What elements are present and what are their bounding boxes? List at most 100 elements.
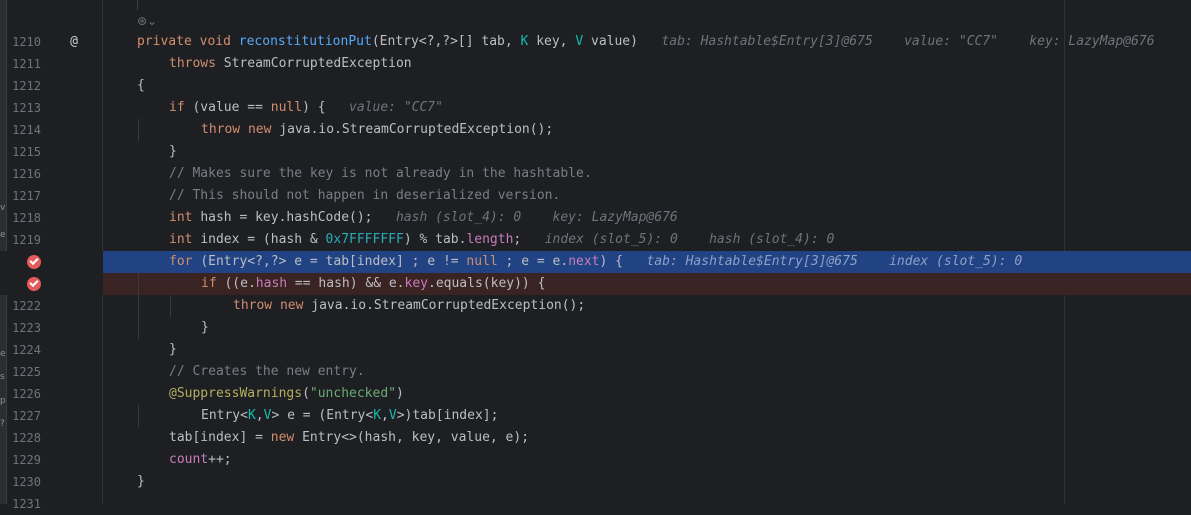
- code-text[interactable]: throw new java.io.StreamCorruptedExcepti…: [233, 295, 585, 317]
- code-text[interactable]: // Makes sure the key is not already in …: [169, 163, 592, 185]
- code-line[interactable]: 1229 count++;: [0, 449, 1191, 471]
- breakpoint-line[interactable]: if ((e.hash == hash) && e.key.equals(key…: [0, 273, 1191, 295]
- code-text[interactable]: int hash = key.hashCode(); hash (slot_4)…: [169, 207, 678, 229]
- code-token: index = (hash &: [200, 232, 326, 247]
- code-line[interactable]: 1217 // This should not happen in deseria…: [0, 185, 1191, 207]
- breakpoint-check-icon[interactable]: [27, 255, 41, 269]
- inline-debug-value[interactable]: value: "CC7": [326, 100, 443, 115]
- line-number[interactable]: 1229: [0, 449, 41, 471]
- code-text[interactable]: tab[index] = new Entry<>(hash, key, valu…: [169, 427, 529, 449]
- line-number[interactable]: 1219: [0, 229, 41, 251]
- code-line[interactable]: 1230}: [0, 471, 1191, 493]
- line-number[interactable]: 1211: [0, 53, 41, 75]
- breakpoint-check-icon[interactable]: [27, 277, 41, 291]
- code-text[interactable]: }: [169, 141, 177, 163]
- line-number[interactable]: 1231: [0, 493, 41, 515]
- code-line[interactable]: 1222 throw new java.io.StreamCorruptedExc…: [0, 295, 1191, 317]
- code-editor[interactable]: v e e s p? ⊛⌄ 1210 @ private void reconstituti…: [0, 0, 1191, 511]
- code-line[interactable]: 1212 {: [0, 75, 1191, 97]
- code-token: ) {: [302, 100, 326, 115]
- line-number[interactable]: 1230: [0, 471, 41, 493]
- code-token: (value ==: [192, 100, 271, 115]
- code-text[interactable]: @SuppressWarnings("unchecked"): [169, 383, 404, 405]
- code-text[interactable]: }: [201, 317, 209, 339]
- code-text[interactable]: }: [169, 339, 177, 361]
- line-number[interactable]: 1213: [0, 97, 41, 119]
- code-text[interactable]: // This should not happen in deserialize…: [169, 185, 560, 207]
- fold-code-icon[interactable]: ⊛⌄: [137, 14, 157, 28]
- code-line[interactable]: 1211 throws StreamCorruptedException: [0, 53, 1191, 75]
- line-number[interactable]: 1217: [0, 185, 41, 207]
- code-token: ): [395, 386, 404, 401]
- inline-debug-value[interactable]: tab: Hashtable$Entry[3]@675 index (slot_…: [623, 254, 1022, 269]
- code-token: key: [404, 276, 428, 291]
- code-text[interactable]: }: [137, 471, 145, 493]
- code-token: ++;: [208, 452, 232, 467]
- code-token: // Creates the new entry.: [169, 364, 365, 379]
- code-text[interactable]: count++;: [169, 449, 232, 471]
- code-line[interactable]: 1218 int hash = key.hashCode(); hash (slo…: [0, 207, 1191, 229]
- line-number[interactable]: 1210: [0, 31, 41, 53]
- code-line[interactable]: 1223}: [0, 317, 1191, 339]
- code-token: .equals(key)) {: [428, 276, 546, 291]
- line-number[interactable]: 1223: [0, 317, 41, 339]
- code-text[interactable]: private void reconstitutionPut(Entry<?,?…: [137, 31, 1155, 53]
- code-line[interactable]: 1216 // Makes sure the key is not already…: [0, 163, 1191, 185]
- code-line[interactable]: 1224}: [0, 339, 1191, 361]
- code-token: (: [302, 386, 310, 401]
- code-line[interactable]: 1213 if (value == null) { value: "CC7": [0, 97, 1191, 119]
- code-token: new: [247, 122, 280, 137]
- line-number[interactable]: 1228: [0, 427, 41, 449]
- line-number[interactable]: 1224: [0, 339, 41, 361]
- line-number[interactable]: 1226: [0, 383, 41, 405]
- line-number[interactable]: 1225: [0, 361, 41, 383]
- code-token: value): [583, 34, 638, 49]
- execution-point-line[interactable]: for (Entry<?,?> e = tab[index] ; e != nu…: [0, 251, 1191, 273]
- indent-guide: [138, 405, 139, 427]
- code-line[interactable]: 1227 Entry<K,V> e = (Entry<K,V>)tab[index…: [0, 405, 1191, 427]
- code-line[interactable]: 1225 // Creates the new entry.: [0, 361, 1191, 383]
- code-token: hash = key.hashCode();: [200, 210, 373, 225]
- code-line[interactable]: 1219 int index = (hash & 0x7FFFFFFF) % ta…: [0, 229, 1191, 251]
- code-line[interactable]: 1226 @SuppressWarnings("unchecked"): [0, 383, 1191, 405]
- code-line[interactable]: 1231: [0, 493, 1191, 515]
- code-token: ,: [255, 408, 264, 423]
- inline-debug-value[interactable]: index (slot_5): 0 hash (slot_4): 0: [521, 232, 835, 247]
- code-text[interactable]: if (value == null) { value: "CC7": [169, 97, 443, 119]
- code-token: new: [270, 430, 303, 445]
- code-text[interactable]: // Creates the new entry.: [169, 361, 365, 383]
- indent-guide: [170, 295, 171, 317]
- code-token: throw: [201, 122, 248, 137]
- code-line[interactable]: 1214 throw new java.io.StreamCorruptedExc…: [0, 119, 1191, 141]
- code-token: hash: [255, 276, 288, 291]
- code-token: java.io.StreamCorruptedException();: [279, 122, 554, 137]
- code-line[interactable]: 1210 @ private void reconstitutionPut(Entr…: [0, 31, 1191, 53]
- code-token: }: [201, 320, 209, 335]
- line-number[interactable]: 1216: [0, 163, 41, 185]
- inline-debug-value[interactable]: tab: Hashtable$Entry[3]@675 value: "CC7"…: [638, 34, 1154, 49]
- at-sign-icon[interactable]: @: [66, 31, 82, 53]
- code-token: count: [169, 452, 209, 467]
- code-token: if: [201, 276, 225, 291]
- line-number[interactable]: 1222: [0, 295, 41, 317]
- line-number[interactable]: 1214: [0, 119, 41, 141]
- code-line[interactable]: 1215}: [0, 141, 1191, 163]
- code-text[interactable]: throws StreamCorruptedException: [169, 53, 412, 75]
- code-text[interactable]: {: [137, 75, 145, 97]
- line-number[interactable]: 1218: [0, 207, 41, 229]
- code-text[interactable]: int index = (hash & 0x7FFFFFFF) % tab.le…: [169, 229, 834, 251]
- code-line[interactable]: 1228 tab[index] = new Entry<>(hash, key, …: [0, 427, 1191, 449]
- code-text[interactable]: if ((e.hash == hash) && e.key.equals(key…: [201, 273, 545, 295]
- code-text[interactable]: for (Entry<?,?> e = tab[index] ; e != nu…: [169, 251, 1022, 273]
- code-token: == hash) && e.: [287, 276, 405, 291]
- line-number[interactable]: 1212: [0, 75, 41, 97]
- code-text[interactable]: Entry<K,V> e = (Entry<K,V>)tab[index];: [201, 405, 498, 427]
- indent-guide: [138, 273, 139, 295]
- inline-debug-value[interactable]: hash (slot_4): 0 key: LazyMap@676: [373, 210, 678, 225]
- code-text[interactable]: throw new java.io.StreamCorruptedExcepti…: [201, 119, 553, 141]
- code-token: new: [279, 298, 312, 313]
- line-number[interactable]: 1227: [0, 405, 41, 427]
- code-token: {: [137, 78, 145, 93]
- line-number[interactable]: 1215: [0, 141, 41, 163]
- code-token: int: [169, 210, 201, 225]
